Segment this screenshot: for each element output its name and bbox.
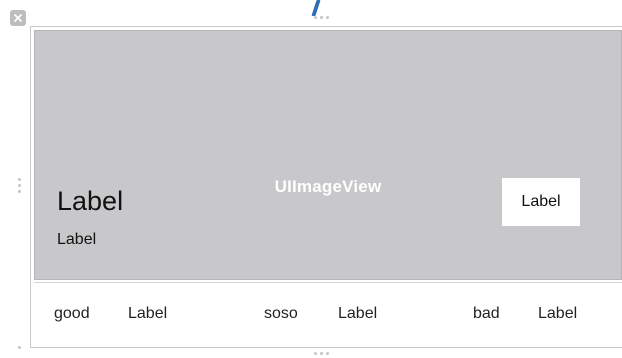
connection-line [311, 0, 321, 16]
xib-canvas: UIImageView Label Label Label good Label… [0, 0, 622, 358]
rating-bad-value[interactable]: Label [538, 305, 577, 323]
rating-good-value[interactable]: Label [128, 305, 167, 323]
resize-handle-icon[interactable] [18, 346, 21, 349]
title-label[interactable]: Label [57, 186, 123, 217]
resize-handle-icon[interactable] [18, 178, 21, 193]
rating-soso-value[interactable]: Label [338, 305, 377, 323]
close-icon[interactable] [10, 10, 26, 26]
subtitle-label[interactable]: Label [57, 231, 96, 249]
rating-soso-name[interactable]: soso [264, 305, 298, 323]
rating-good-name[interactable]: good [54, 305, 90, 323]
close-x-glyph [14, 14, 22, 22]
badge-label[interactable]: Label [502, 178, 580, 226]
image-view[interactable]: UIImageView Label Label Label [34, 30, 622, 280]
resize-handle-icon[interactable] [314, 352, 329, 355]
rating-row: good Label soso Label bad Label [34, 282, 622, 346]
rating-bad-name[interactable]: bad [473, 305, 500, 323]
resize-handle-icon[interactable] [314, 16, 329, 19]
